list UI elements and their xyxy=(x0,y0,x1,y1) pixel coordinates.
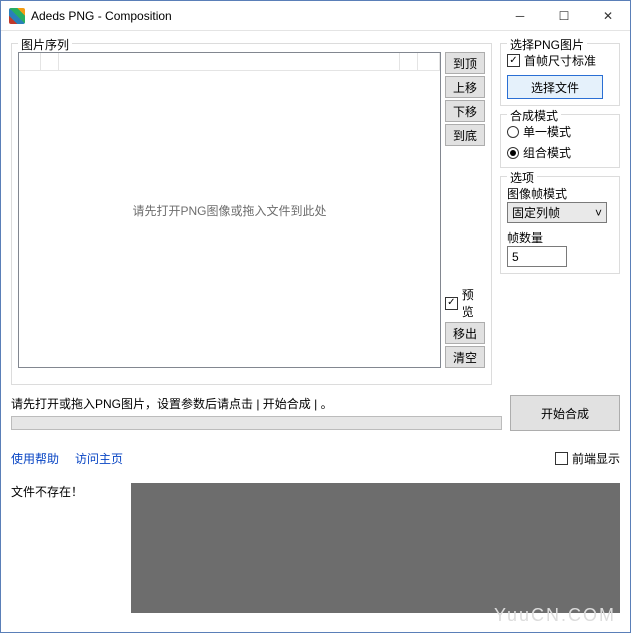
combo-mode-radio[interactable] xyxy=(507,147,519,159)
options-legend: 选项 xyxy=(507,169,537,186)
image-sequence-list[interactable]: 请先打开PNG图像或拖入文件到此处 xyxy=(18,52,441,368)
frame-count-value: 5 xyxy=(512,250,519,264)
select-png-group: 选择PNG图片 ✓ 首帧尺寸标准 选择文件 xyxy=(500,43,620,106)
first-frame-label: 首帧尺寸标准 xyxy=(524,52,596,69)
status-hint: 请先打开或拖入PNG图片，设置参数后请点击 | 开始合成 | 。 xyxy=(11,395,502,412)
preview-checkbox[interactable]: ✓ xyxy=(445,297,458,310)
app-icon xyxy=(9,8,25,24)
chevron-down-icon: ˅ xyxy=(595,206,602,220)
clear-button[interactable]: 清空 xyxy=(445,346,485,368)
preview-label: 预览 xyxy=(462,286,485,320)
window-title: Adeds PNG - Composition xyxy=(31,9,172,23)
close-button[interactable]: ✕ xyxy=(586,1,630,30)
move-up-button[interactable]: 上移 xyxy=(445,76,485,98)
frame-mode-select[interactable]: 固定列帧 ˅ xyxy=(507,202,607,223)
select-png-legend: 选择PNG图片 xyxy=(507,36,587,53)
frame-count-input[interactable]: 5 xyxy=(507,246,567,267)
progress-bar xyxy=(11,416,502,430)
title-bar: Adeds PNG - Composition ─ ☐ ✕ xyxy=(1,1,630,31)
single-mode-label: 单一模式 xyxy=(523,123,571,140)
first-frame-checkbox[interactable]: ✓ xyxy=(507,54,520,67)
error-text: 文件不存在！ xyxy=(11,483,121,500)
start-compose-button[interactable]: 开始合成 xyxy=(510,395,620,431)
help-link[interactable]: 使用帮助 xyxy=(11,450,59,467)
separator xyxy=(11,441,620,442)
image-sequence-legend: 图片序列 xyxy=(18,36,72,53)
frame-count-label: 帧数量 xyxy=(507,229,613,246)
remove-button[interactable]: 移出 xyxy=(445,322,485,344)
options-group: 选项 图像帧模式 固定列帧 ˅ 帧数量 5 xyxy=(500,176,620,274)
compose-mode-group: 合成模式 单一模式 组合模式 xyxy=(500,114,620,168)
maximize-button[interactable]: ☐ xyxy=(542,1,586,30)
list-header xyxy=(19,53,440,71)
compose-mode-legend: 合成模式 xyxy=(507,107,561,124)
combo-mode-label: 组合模式 xyxy=(523,144,571,161)
choose-file-button[interactable]: 选择文件 xyxy=(507,75,603,99)
minimize-button[interactable]: ─ xyxy=(498,1,542,30)
single-mode-radio[interactable] xyxy=(507,126,519,138)
move-bottom-button[interactable]: 到底 xyxy=(445,124,485,146)
frame-mode-value: 固定列帧 xyxy=(512,204,560,221)
image-sequence-group: 图片序列 请先打开PNG图像或拖入文件到此处 到顶 上移 下移 到底 xyxy=(11,43,492,385)
frame-mode-label: 图像帧模式 xyxy=(507,185,613,202)
move-down-button[interactable]: 下移 xyxy=(445,100,485,122)
move-top-button[interactable]: 到顶 xyxy=(445,52,485,74)
list-placeholder: 请先打开PNG图像或拖入文件到此处 xyxy=(132,202,326,219)
topmost-label: 前端显示 xyxy=(572,450,620,467)
home-link[interactable]: 访问主页 xyxy=(75,450,123,467)
preview-panel xyxy=(131,483,620,613)
topmost-checkbox[interactable] xyxy=(555,452,568,465)
